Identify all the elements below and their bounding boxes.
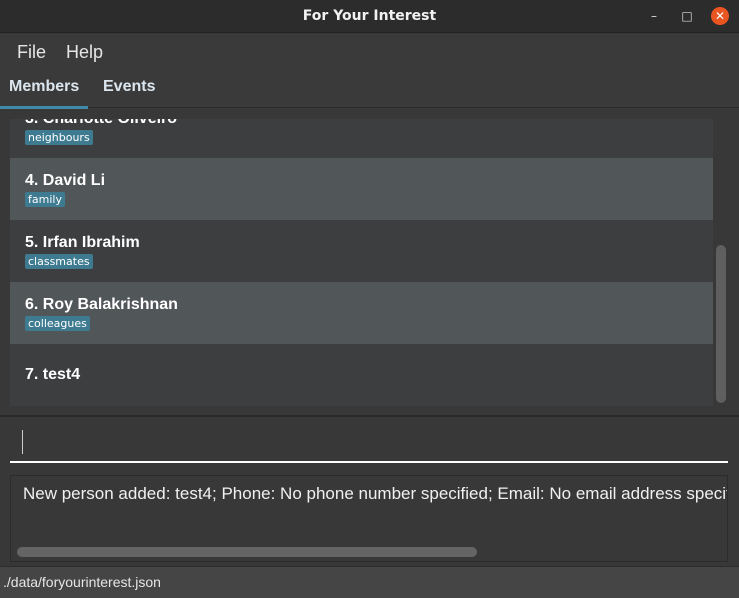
vertical-scrollbar[interactable] [716, 245, 726, 403]
horizontal-scrollbar[interactable] [17, 547, 477, 557]
menu-bar: File Help [0, 34, 739, 70]
member-name: 4. David Li [25, 172, 106, 189]
text-caret [22, 430, 23, 454]
member-name: 3. Charlotte Oliveiro [25, 119, 177, 128]
list-item[interactable]: 6. Roy Balakrishnan colleagues [10, 282, 713, 344]
member-list[interactable]: 3. Charlotte Oliveiro neighbours 4. Davi… [10, 119, 713, 406]
tag-badge: neighbours [25, 130, 93, 145]
list-item[interactable]: 3. Charlotte Oliveiro neighbours [10, 119, 713, 158]
list-item[interactable]: 4. David Li family [10, 158, 713, 220]
tab-members[interactable]: Members [0, 78, 89, 109]
tag-badge: classmates [25, 254, 93, 269]
tag-badge: family [25, 192, 65, 207]
tab-bar: Members Events [0, 70, 739, 109]
member-name: 5. Irfan Ibrahim [25, 234, 140, 251]
member-name: 7. test4 [25, 366, 81, 383]
command-box[interactable] [0, 418, 739, 466]
result-display: New person added: test4; Phone: No phone… [10, 475, 728, 562]
status-bar: ./data/foryourinterest.json [0, 566, 739, 598]
menu-file[interactable]: File [17, 42, 46, 63]
maximize-icon[interactable]: □ [678, 7, 696, 25]
window-title: For Your Interest [302, 8, 437, 24]
member-list-panel: 3. Charlotte Oliveiro neighbours 4. Davi… [0, 109, 739, 417]
member-name: 6. Roy Balakrishnan [25, 296, 178, 313]
title-bar: For Your Interest – □ ✕ [0, 0, 739, 33]
close-icon[interactable]: ✕ [711, 7, 729, 25]
list-item[interactable]: 7. test4 [10, 344, 713, 406]
tag-badge: colleagues [25, 316, 90, 331]
minimize-icon[interactable]: – [645, 7, 663, 25]
command-input-underline [10, 461, 728, 463]
tab-events[interactable]: Events [103, 78, 155, 96]
list-item[interactable]: 5. Irfan Ibrahim classmates [10, 220, 713, 282]
result-text: New person added: test4; Phone: No phone… [23, 484, 727, 503]
menu-help[interactable]: Help [66, 42, 103, 63]
data-file-path: ./data/foryourinterest.json [3, 574, 161, 590]
